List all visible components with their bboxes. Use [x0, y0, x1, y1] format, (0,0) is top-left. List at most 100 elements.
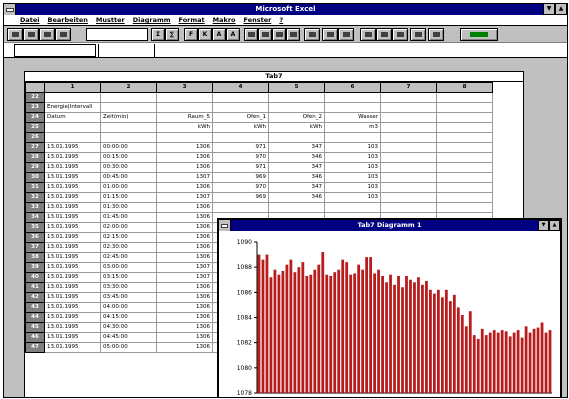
decrease-font-button[interactable]: A — [226, 28, 240, 41]
align-center-button[interactable] — [258, 28, 272, 41]
cell[interactable]: 05:00:00 — [100, 342, 157, 353]
cell[interactable]: kWh — [156, 122, 213, 133]
menu-datei[interactable]: Datei — [16, 15, 44, 25]
row-header[interactable]: 38 — [25, 252, 45, 263]
cell[interactable]: 346 — [268, 192, 325, 203]
cell[interactable] — [100, 122, 157, 133]
cell[interactable] — [268, 132, 325, 143]
open-file-button[interactable] — [23, 28, 39, 41]
cell[interactable]: 1306 — [156, 162, 213, 173]
chart-bar[interactable] — [409, 279, 412, 393]
cell[interactable]: 1306 — [156, 152, 213, 163]
chart-bar[interactable] — [508, 336, 512, 394]
chart-system-menu-button[interactable] — [219, 220, 231, 231]
cell[interactable] — [436, 92, 493, 103]
chart-bar[interactable] — [436, 289, 440, 393]
select-visible-button[interactable] — [338, 28, 354, 41]
cell[interactable]: 1306 — [156, 142, 213, 153]
cell[interactable]: 103 — [324, 182, 381, 193]
cell[interactable]: 13.01.1995 — [44, 162, 101, 173]
cell[interactable]: 1307 — [156, 192, 213, 203]
row-header[interactable]: 26 — [25, 132, 45, 143]
cell[interactable] — [436, 122, 493, 133]
cell[interactable]: 03:15:00 — [100, 272, 157, 283]
cell[interactable] — [156, 102, 213, 113]
menu-fenster[interactable]: Fenster — [240, 15, 276, 25]
chart-bar[interactable] — [528, 332, 532, 393]
column-header[interactable]: 4 — [212, 82, 269, 93]
cell[interactable] — [380, 142, 437, 153]
cell[interactable]: 13.01.1995 — [44, 202, 101, 213]
chart-bar[interactable] — [496, 332, 500, 393]
cell[interactable]: 04:30:00 — [100, 322, 157, 333]
menu-diagramm[interactable]: Diagramm — [129, 15, 175, 25]
sum-button[interactable]: ∑ — [165, 28, 179, 41]
chart-bar[interactable] — [401, 287, 404, 393]
cell[interactable] — [436, 132, 493, 143]
menu-format[interactable]: Format — [175, 15, 209, 25]
cell[interactable]: 103 — [324, 142, 381, 153]
center-across-button[interactable] — [286, 28, 300, 41]
style-selector[interactable] — [86, 28, 148, 41]
cell[interactable]: 969 — [212, 172, 269, 183]
show-outline-button[interactable] — [322, 28, 338, 41]
cell[interactable]: 13.01.1995 — [44, 252, 101, 263]
cell[interactable] — [380, 172, 437, 183]
chart-bar[interactable] — [417, 277, 420, 393]
cell[interactable]: 13.01.1995 — [44, 302, 101, 313]
bar-chart[interactable]: 1090 1088 1086 1084 1082 1080 1078 — [219, 232, 560, 398]
menu-makro[interactable]: Makro — [209, 15, 240, 25]
cell[interactable]: 970 — [212, 182, 269, 193]
chart-bar[interactable] — [397, 275, 400, 393]
cell[interactable]: 13.01.1995 — [44, 282, 101, 293]
cell[interactable]: 1306 — [156, 322, 213, 333]
italic-button[interactable]: K — [198, 28, 212, 41]
chart-bar[interactable] — [421, 284, 424, 393]
menu-muster[interactable]: Mustter — [92, 15, 129, 25]
cell[interactable] — [436, 162, 493, 173]
cell[interactable]: 1306 — [156, 242, 213, 253]
row-header[interactable]: 42 — [25, 292, 45, 303]
cell[interactable]: kWh — [268, 122, 325, 133]
cell[interactable]: 03:30:00 — [100, 282, 157, 293]
chart-bar[interactable] — [425, 281, 428, 393]
cell[interactable]: Ofen_2 — [268, 112, 325, 123]
menu-help[interactable]: ? — [275, 15, 287, 25]
cell[interactable]: 103 — [324, 162, 381, 173]
cell[interactable]: 103 — [324, 172, 381, 183]
row-header[interactable]: 45 — [25, 322, 45, 333]
cell[interactable]: 13.01.1995 — [44, 242, 101, 253]
cell[interactable]: 1306 — [156, 332, 213, 343]
cell[interactable] — [380, 92, 437, 103]
cell[interactable] — [212, 92, 269, 103]
chart-bar[interactable] — [544, 332, 548, 393]
button-tool[interactable] — [360, 28, 376, 41]
cell[interactable]: 04:00:00 — [100, 302, 157, 313]
column-header[interactable]: 7 — [380, 82, 437, 93]
chart-bar[interactable] — [488, 332, 492, 393]
cell[interactable]: 13.01.1995 — [44, 152, 101, 163]
cell[interactable] — [436, 172, 493, 183]
cell[interactable]: 1306 — [156, 202, 213, 213]
new-file-button[interactable] — [7, 28, 23, 41]
chart-minimize-button[interactable]: ▼ — [538, 220, 549, 231]
cell[interactable]: 1306 — [156, 342, 213, 353]
chart-bar[interactable] — [281, 270, 285, 393]
row-header[interactable]: 22 — [25, 92, 45, 103]
chart-bar[interactable] — [305, 275, 309, 393]
cell[interactable]: 03:00:00 — [100, 262, 157, 273]
cell[interactable]: 00:30:00 — [100, 162, 157, 173]
chart-bar[interactable] — [520, 337, 524, 393]
cell[interactable]: 02:30:00 — [100, 242, 157, 253]
save-button[interactable] — [39, 28, 55, 41]
chart-bar[interactable] — [468, 311, 472, 393]
cell[interactable]: 00:15:00 — [100, 152, 157, 163]
print-button[interactable] — [55, 28, 71, 41]
chart-bar[interactable] — [480, 328, 484, 393]
chart-bar[interactable] — [377, 269, 380, 393]
chart-bar[interactable] — [516, 330, 520, 393]
cell[interactable]: 01:00:00 — [100, 182, 157, 193]
cell[interactable] — [100, 102, 157, 113]
chart-bar[interactable] — [361, 269, 365, 393]
chart-bar[interactable] — [257, 254, 261, 393]
